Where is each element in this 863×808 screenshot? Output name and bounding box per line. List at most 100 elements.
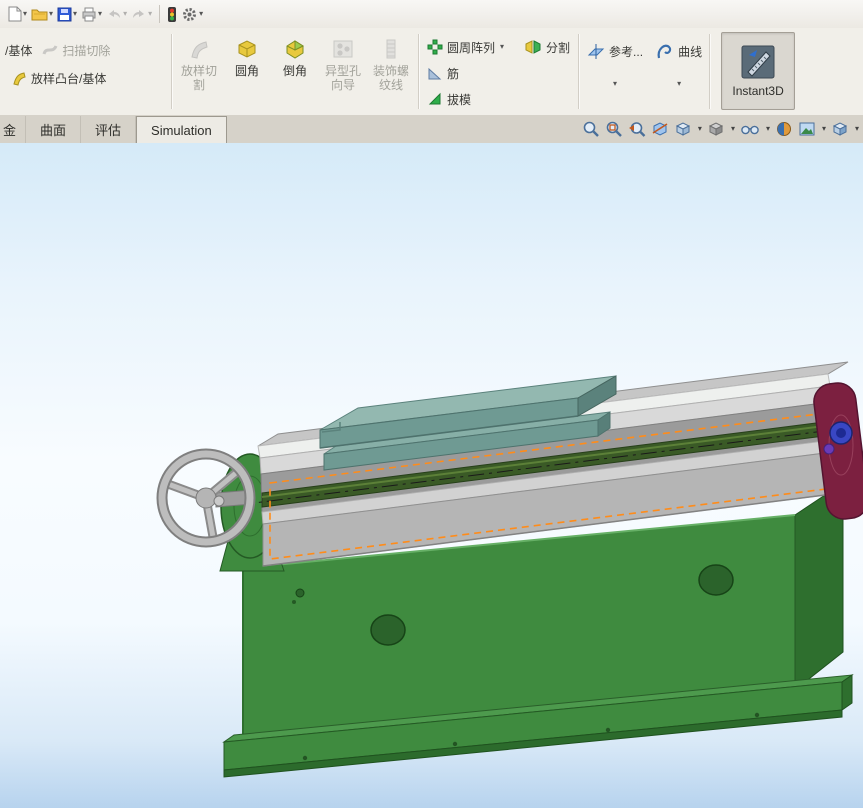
ribbon-separator (709, 34, 711, 109)
commandmanager-tab-bar: 金 曲面 评估 Simulation ▾ ▾ ▾ ▾ ▾ (0, 115, 863, 144)
ribbon-separator (578, 34, 580, 109)
toolbar-separator (159, 5, 161, 23)
circular-pattern-button[interactable]: 圆周阵列 ▾ (422, 34, 509, 60)
chevron-down-icon[interactable]: ▾ (731, 125, 735, 133)
tab-simulation[interactable]: Simulation (136, 116, 227, 144)
redo-icon (133, 10, 145, 18)
rib-icon (428, 67, 442, 80)
rebuild-button[interactable] (165, 3, 179, 25)
chevron-down-icon[interactable]: ▾ (822, 125, 826, 133)
instant3d-button[interactable]: Instant3D (721, 32, 796, 110)
button-label: 倒角 (282, 64, 307, 78)
draft-icon (428, 92, 441, 105)
edit-appearance-icon[interactable] (775, 120, 793, 138)
loft-boss-base-button[interactable]: 放样凸台/基体 (6, 65, 111, 91)
section-view-icon[interactable] (651, 120, 669, 138)
chevron-down-icon[interactable]: ▾ (23, 10, 27, 18)
tab-label: 评估 (95, 123, 122, 138)
chevron-down-icon[interactable]: ▾ (677, 80, 681, 88)
rib-button[interactable]: 筋 (422, 60, 509, 86)
button-label: 筋 (447, 66, 460, 81)
draft-button[interactable]: 拔模 (422, 86, 509, 112)
redo-button[interactable]: ▾ (129, 3, 154, 25)
cosmetic-thread-button[interactable]: 装饰螺纹线 (367, 32, 415, 115)
button-label: 异型孔向导 (324, 64, 361, 92)
view-settings-icon[interactable] (831, 120, 849, 138)
graphics-area[interactable] (0, 143, 863, 808)
hide-show-items-icon[interactable] (740, 121, 760, 137)
save-icon (57, 7, 72, 21)
chevron-down-icon[interactable]: ▾ (500, 43, 504, 51)
hole-wizard-icon (333, 40, 353, 58)
ribbon-separator (171, 34, 172, 109)
chevron-down-icon[interactable]: ▾ (98, 10, 102, 18)
print-button[interactable]: ▾ (79, 3, 104, 25)
display-style-icon[interactable] (707, 120, 725, 138)
fillet-button[interactable]: 圆角 (223, 32, 271, 115)
application-window: ▾ ▾ ▾ ▾ ▾ ▾ ▾ /基体 扫描切除 放样凸台/基体 放样切割 圆角 倒… (0, 0, 863, 808)
loft-boss-base-icon (13, 72, 26, 86)
curves-icon (657, 44, 672, 59)
sweep-cut-button[interactable]: 扫描切除 (37, 37, 115, 63)
tab-surfaces[interactable]: 曲面 (26, 116, 82, 143)
button-label: 放样切割 (180, 64, 217, 92)
button-label: 分割 (546, 40, 571, 55)
reference-geometry-button[interactable]: 参考... ▾ (582, 34, 647, 115)
chevron-down-icon[interactable]: ▾ (766, 125, 770, 133)
ribbon-separator (418, 34, 419, 109)
button-label: 扫描切除 (62, 43, 111, 58)
ribbon-group-pattern: 圆周阵列 ▾ 筋 拔模 分割 (422, 28, 575, 115)
rebuild-traffic-light-icon (168, 6, 177, 22)
ribbon-group-reference: 参考... ▾ 曲线 ▾ (582, 28, 706, 115)
loft-cut-icon (191, 41, 208, 59)
tab-sheet-metal-partial[interactable]: 金 (0, 116, 27, 143)
hole-wizard-button[interactable]: 异型孔向导 (319, 32, 367, 115)
previous-view-icon[interactable] (628, 120, 646, 138)
button-label: 曲线 (678, 44, 703, 59)
chevron-down-icon[interactable]: ▾ (698, 125, 702, 133)
button-label: 拔模 (447, 92, 472, 107)
ribbon-toolbar: /基体 扫描切除 放样凸台/基体 放样切割 圆角 倒角 异型孔向导 装饰螺纹线 … (0, 28, 863, 116)
chevron-down-icon[interactable]: ▾ (148, 10, 152, 18)
tab-evaluate[interactable]: 评估 (81, 116, 137, 143)
split-button[interactable]: 分割 (519, 34, 575, 60)
sweep-cut-icon (42, 45, 58, 55)
button-label: 放样凸台/基体 (31, 71, 107, 86)
loft-cut-button[interactable]: 放样切割 (175, 32, 223, 115)
boss-base-button-partial[interactable]: /基体 (0, 37, 37, 63)
save-button[interactable]: ▾ (55, 3, 79, 25)
zoom-to-area-icon[interactable] (605, 120, 623, 138)
quick-access-toolbar: ▾ ▾ ▾ ▾ ▾ ▾ ▾ (0, 0, 863, 29)
heads-up-view-toolbar: ▾ ▾ ▾ ▾ ▾ (582, 117, 859, 141)
curves-button[interactable]: 曲线 ▾ (651, 34, 706, 115)
ribbon-group-instant3d: Instant3D (713, 28, 803, 115)
options-button[interactable]: ▾ (179, 3, 205, 25)
chevron-down-icon[interactable]: ▾ (73, 10, 77, 18)
undo-button[interactable]: ▾ (104, 3, 129, 25)
chamfer-button[interactable]: 倒角 (271, 32, 319, 115)
button-label: 参考... (609, 44, 644, 59)
handwheel[interactable] (156, 448, 256, 548)
open-button[interactable]: ▾ (29, 3, 55, 25)
tab-label: 金 (3, 123, 17, 138)
split-icon (525, 40, 541, 54)
tab-label: 曲面 (40, 123, 67, 138)
fillet-icon (238, 40, 256, 58)
3d-model-machine[interactable] (0, 143, 863, 808)
chevron-down-icon[interactable]: ▾ (199, 10, 203, 18)
apply-scene-icon[interactable] (798, 120, 816, 138)
chevron-down-icon[interactable]: ▾ (855, 125, 859, 133)
instant3d-ruler-icon (741, 45, 775, 78)
chamfer-icon (286, 40, 305, 59)
chevron-down-icon[interactable]: ▾ (613, 80, 617, 88)
new-document-button[interactable]: ▾ (6, 3, 29, 25)
button-label: Instant3D (732, 83, 784, 98)
button-label: 装饰螺纹线 (372, 64, 409, 92)
button-label: 圆周阵列 (447, 40, 496, 55)
zoom-to-fit-icon[interactable] (582, 120, 600, 138)
chevron-down-icon[interactable]: ▾ (49, 10, 53, 18)
chevron-down-icon[interactable]: ▾ (123, 10, 127, 18)
view-orientation-icon[interactable] (674, 120, 692, 138)
ribbon-group-features-left: /基体 扫描切除 放样凸台/基体 (0, 28, 168, 115)
options-gear-icon (183, 7, 197, 21)
